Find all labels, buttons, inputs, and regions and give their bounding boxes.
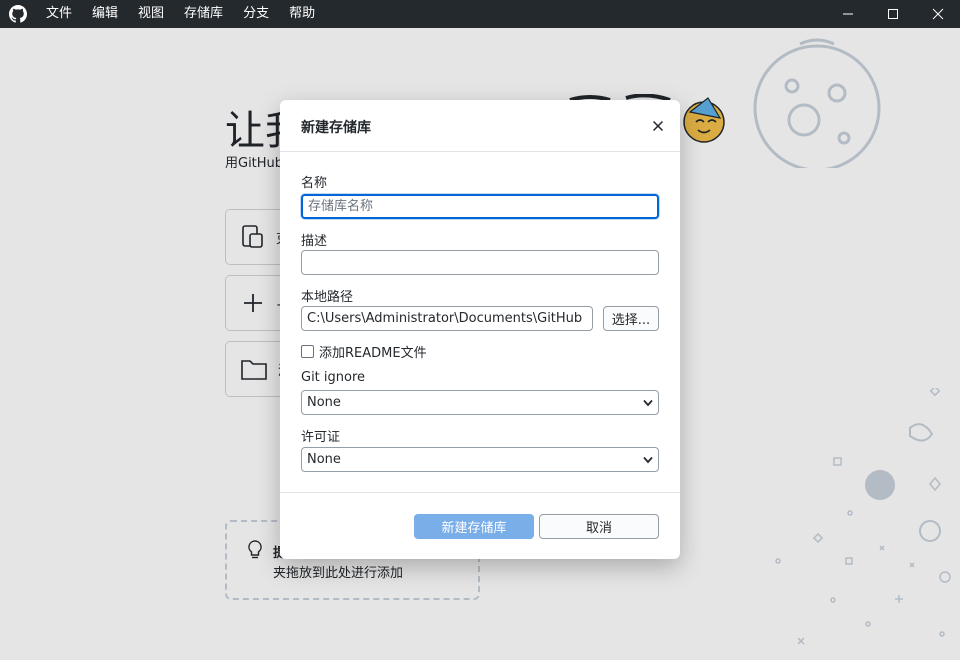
- menu-view[interactable]: 视图: [128, 0, 174, 28]
- menu-repository[interactable]: 存储库: [174, 0, 233, 28]
- dialog-footer: 新建存储库 取消: [280, 492, 680, 559]
- repository-name-input[interactable]: [301, 194, 659, 219]
- license-label: 许可证: [301, 430, 341, 445]
- license-selected-value: None: [307, 452, 341, 467]
- description-label: 描述: [301, 234, 328, 249]
- menu-file[interactable]: 文件: [36, 0, 82, 28]
- menu-branch[interactable]: 分支: [233, 0, 279, 28]
- create-repository-button[interactable]: 新建存储库: [414, 514, 534, 539]
- close-icon[interactable]: [915, 0, 960, 28]
- github-logo-icon: [0, 0, 36, 28]
- local-path-label: 本地路径: [301, 290, 354, 305]
- dialog-close-icon[interactable]: [648, 116, 668, 136]
- name-label: 名称: [301, 176, 328, 191]
- maximize-icon[interactable]: [870, 0, 915, 28]
- gitignore-selected-value: None: [307, 395, 341, 410]
- menu-bar: 文件 编辑 视图 存储库 分支 帮助: [36, 0, 325, 28]
- dialog-header: 新建存储库: [280, 100, 680, 152]
- gitignore-label: Git ignore: [301, 370, 366, 385]
- dialog-title: 新建存储库: [301, 120, 371, 136]
- menu-edit[interactable]: 编辑: [82, 0, 128, 28]
- readme-checkbox[interactable]: [301, 345, 314, 358]
- minimize-icon[interactable]: [825, 0, 870, 28]
- title-bar: 文件 编辑 视图 存储库 分支 帮助: [0, 0, 960, 28]
- chevron-down-icon: [643, 399, 653, 406]
- description-input[interactable]: [301, 250, 659, 275]
- cancel-button[interactable]: 取消: [539, 514, 659, 539]
- choose-path-button[interactable]: 选择...: [603, 306, 659, 331]
- readme-checkbox-row[interactable]: 添加README文件: [301, 342, 427, 361]
- gitignore-select[interactable]: None: [301, 390, 659, 415]
- chevron-down-icon: [643, 456, 653, 463]
- license-select[interactable]: None: [301, 447, 659, 472]
- local-path-input[interactable]: [301, 306, 593, 331]
- menu-help[interactable]: 帮助: [279, 0, 325, 28]
- readme-checkbox-label[interactable]: 添加README文件: [319, 342, 427, 361]
- window-controls: [825, 0, 960, 28]
- new-repository-dialog: 新建存储库 名称 描述 本地路径 选择... 添加README文件 Git ig…: [280, 100, 680, 559]
